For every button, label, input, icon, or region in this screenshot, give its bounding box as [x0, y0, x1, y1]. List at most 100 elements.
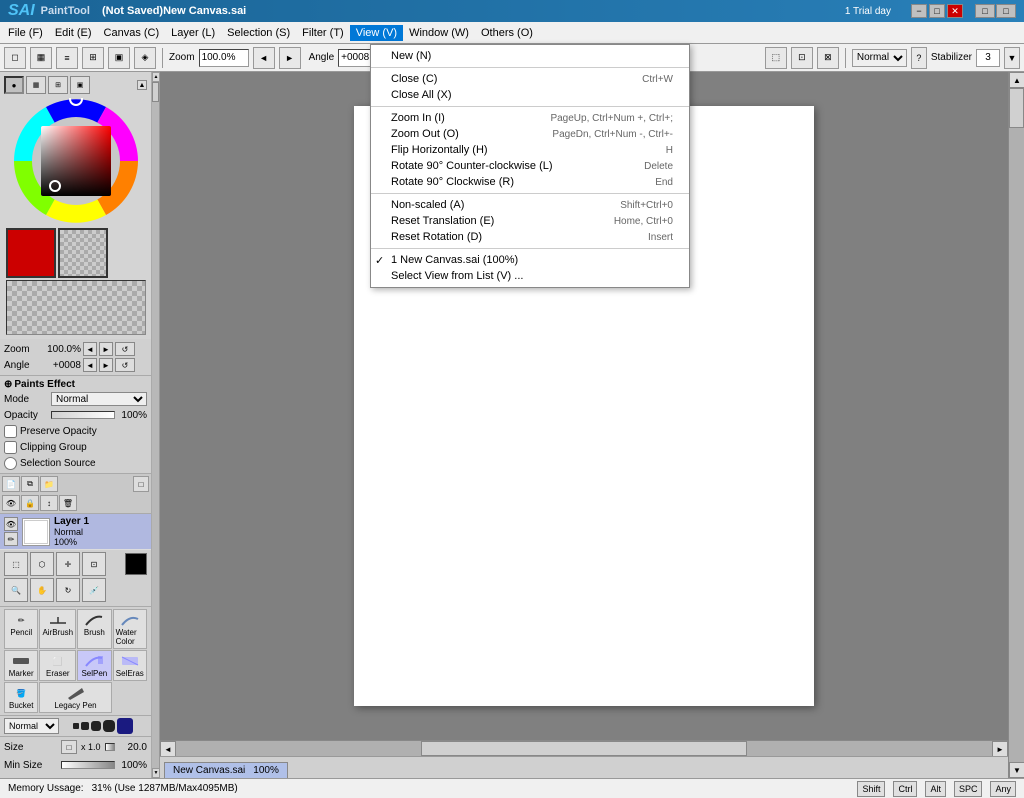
- maximize-button[interactable]: □: [929, 4, 945, 18]
- brush-btn[interactable]: Brush: [77, 609, 111, 649]
- zoom-inc-btn[interactable]: ►: [279, 47, 301, 69]
- swatch-panel[interactable]: [6, 280, 146, 335]
- selection-source-radio[interactable]: [4, 457, 17, 470]
- toolbar-btn-3[interactable]: ≡: [56, 47, 78, 69]
- view-menu-closeall[interactable]: Close All (X): [371, 87, 689, 103]
- view-menu-selectlist[interactable]: Select View from List (V) ...: [371, 268, 689, 284]
- zoom-dec-btn[interactable]: ◄: [253, 47, 275, 69]
- zoom-input[interactable]: [199, 49, 249, 67]
- panel-scroll-thumb[interactable]: [152, 82, 159, 102]
- toolbar-btn-4[interactable]: ⊞: [82, 47, 104, 69]
- menu-layer[interactable]: Layer (L): [165, 25, 221, 41]
- toolbar-btn-2[interactable]: ▦: [30, 47, 52, 69]
- stabilizer-select[interactable]: ▼: [1004, 47, 1020, 69]
- foreground-black-swatch[interactable]: [125, 553, 147, 575]
- angle-down-btn[interactable]: ◄: [83, 358, 97, 372]
- shift-btn[interactable]: Shift: [857, 781, 885, 797]
- spc-btn[interactable]: SPC: [954, 781, 983, 797]
- layer-new-btn[interactable]: 📄: [2, 476, 20, 492]
- select-rect-tool[interactable]: ⬚: [4, 552, 28, 576]
- size-slider[interactable]: [105, 743, 115, 751]
- selpen-btn[interactable]: SelPen: [77, 650, 111, 681]
- background-color[interactable]: [58, 228, 108, 278]
- menu-file[interactable]: File (F): [2, 25, 49, 41]
- scroll-track[interactable]: [1009, 88, 1024, 762]
- view-menu-close[interactable]: Close (C) Ctrl+W: [371, 71, 689, 87]
- bucket-btn[interactable]: 🪣 Bucket: [4, 682, 38, 713]
- canvas-tab-1[interactable]: New Canvas.sai 100%: [164, 762, 288, 778]
- close-button[interactable]: ✕: [947, 4, 963, 18]
- eraser-btn[interactable]: ⬜ Eraser: [39, 650, 76, 681]
- color-hsl-btn[interactable]: ▦: [26, 76, 46, 94]
- angle-reset-btn[interactable]: ↺: [115, 358, 135, 372]
- menu-others[interactable]: Others (O): [475, 25, 539, 41]
- scroll-down-btn[interactable]: ▼: [1009, 762, 1024, 778]
- zoom-reset-btn[interactable]: ↺: [115, 342, 135, 356]
- legacypen-btn[interactable]: Legacy Pen: [39, 682, 111, 713]
- zoom-tool[interactable]: 🔍: [4, 578, 28, 602]
- hscroll-right-btn[interactable]: ►: [992, 741, 1008, 757]
- foreground-color[interactable]: [6, 228, 56, 278]
- layer-item-1[interactable]: 👁 ✏ Layer 1 Normal 100%: [0, 514, 151, 550]
- view-menu-canvas1[interactable]: ✓ 1 New Canvas.sai (100%): [371, 252, 689, 268]
- color-circle-btn[interactable]: ●: [4, 76, 24, 94]
- layer-folder-btn[interactable]: 📁: [40, 476, 58, 492]
- layer-del-btn[interactable]: 🗑: [59, 495, 77, 511]
- toolbar-btn-1[interactable]: ◻: [4, 47, 26, 69]
- color-rgb-btn[interactable]: ⊞: [48, 76, 68, 94]
- minsize-slider[interactable]: [61, 761, 115, 769]
- scroll-up-btn[interactable]: ▲: [1009, 72, 1024, 88]
- transform-tool[interactable]: ⊡: [82, 552, 106, 576]
- menu-edit[interactable]: Edit (E): [49, 25, 98, 41]
- layer-merge-btn[interactable]: ↕: [40, 495, 58, 511]
- angle-up-btn[interactable]: ►: [99, 358, 113, 372]
- brush-tip-5-selected[interactable]: [117, 718, 133, 734]
- view-menu-nonscaled[interactable]: Non-scaled (A) Shift+Ctrl+0: [371, 197, 689, 213]
- toolbar-right-2[interactable]: ⊡: [791, 47, 813, 69]
- panel-scroll-up-btn[interactable]: ▲: [152, 72, 160, 82]
- scroll-thumb[interactable]: [1009, 88, 1024, 128]
- select-lasso-tool[interactable]: ⬡: [30, 552, 54, 576]
- any-btn[interactable]: Any: [990, 781, 1016, 797]
- view-menu-zoomin[interactable]: Zoom In (I) PageUp, Ctrl+Num +, Ctrl+;: [371, 110, 689, 126]
- hscroll-left-btn[interactable]: ◄: [160, 741, 176, 757]
- brush-tip-2[interactable]: [81, 722, 89, 730]
- preserve-opacity-check[interactable]: [4, 425, 17, 438]
- blend-mode-select[interactable]: Normal: [852, 49, 907, 67]
- ctrl-btn[interactable]: Ctrl: [893, 781, 917, 797]
- move-tool[interactable]: ✛: [56, 552, 80, 576]
- size-btn[interactable]: □: [61, 740, 77, 754]
- menu-filter[interactable]: Filter (T): [296, 25, 350, 41]
- marker-btn[interactable]: Marker: [4, 650, 38, 681]
- zoom-down-btn[interactable]: ◄: [83, 342, 97, 356]
- view-menu-zoomout[interactable]: Zoom Out (O) PageDn, Ctrl+Num -, Ctrl+-: [371, 126, 689, 142]
- view-menu-resettranslation[interactable]: Reset Translation (E) Home, Ctrl+0: [371, 213, 689, 229]
- toolbar-right-3[interactable]: ⊠: [817, 47, 839, 69]
- view-menu-resetrotation[interactable]: Reset Rotation (D) Insert: [371, 229, 689, 245]
- mode-select[interactable]: Normal: [51, 392, 147, 406]
- brush-normal-select[interactable]: Normal: [4, 718, 59, 734]
- color-palette-btn[interactable]: ▣: [70, 76, 90, 94]
- menu-selection[interactable]: Selection (S): [221, 25, 296, 41]
- alt-btn[interactable]: Alt: [925, 781, 946, 797]
- zoom-up-btn[interactable]: ►: [99, 342, 113, 356]
- eyedrop-tool[interactable]: 💉: [82, 578, 106, 602]
- hand-tool[interactable]: ✋: [30, 578, 54, 602]
- clipping-group-check[interactable]: [4, 441, 17, 454]
- layer-eye-btn[interactable]: 👁: [2, 495, 20, 511]
- toolbar-btn-5[interactable]: ▣: [108, 47, 130, 69]
- toolbar-btn-6[interactable]: ◈: [134, 47, 156, 69]
- stabilizer-input[interactable]: [976, 49, 1000, 67]
- panel-scroll-up[interactable]: ▲: [137, 80, 147, 90]
- hscroll-thumb[interactable]: [421, 741, 747, 756]
- color-wheel-container[interactable]: [11, 96, 141, 226]
- brush-tip-1[interactable]: [73, 723, 79, 729]
- menu-canvas[interactable]: Canvas (C): [98, 25, 166, 41]
- view-menu-rotate-cw[interactable]: Rotate 90° Clockwise (R) End: [371, 174, 689, 190]
- menu-view[interactable]: View (V): [350, 25, 403, 41]
- menu-window[interactable]: Window (W): [403, 25, 475, 41]
- brush-tip-4[interactable]: [103, 720, 115, 732]
- watercolor-btn[interactable]: Water Color: [113, 609, 147, 649]
- pencil-btn[interactable]: ✏ Pencil: [4, 609, 38, 649]
- rotate-tool[interactable]: ↻: [56, 578, 80, 602]
